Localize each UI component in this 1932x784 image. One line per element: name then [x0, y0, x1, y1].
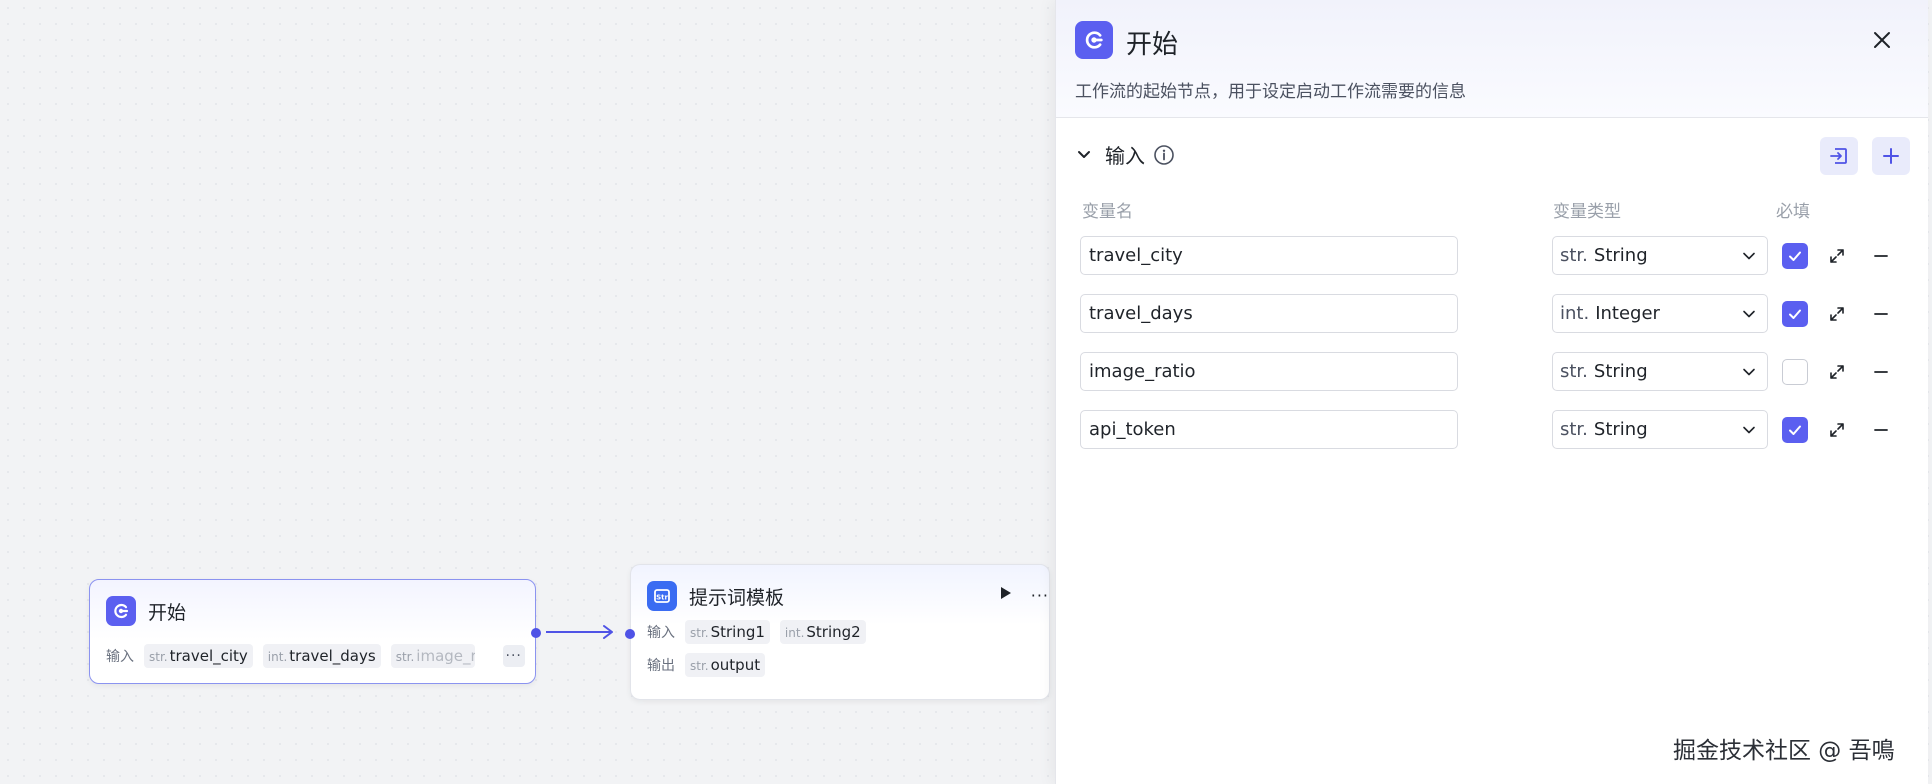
remove-variable-button[interactable]	[1870, 419, 1892, 441]
chevron-down-icon	[1743, 368, 1755, 376]
prompt-node-title: 提示词模板	[689, 586, 785, 609]
checkmark-icon	[1789, 309, 1801, 319]
expand-variable-button[interactable]	[1826, 361, 1848, 383]
panel-title: 开始	[1126, 30, 1179, 60]
start-node[interactable]: 开始 输入 str. travel_city int. travel_days st…	[89, 579, 541, 684]
remove-variable-button[interactable]	[1870, 303, 1892, 325]
column-header-type: 变量类型	[1553, 202, 1621, 222]
chevron-down-icon	[1743, 426, 1755, 434]
info-icon[interactable]	[1153, 144, 1175, 166]
expand-icon	[1830, 307, 1844, 321]
expand-variable-button[interactable]	[1826, 303, 1848, 325]
panel-header: 开始 工作流的起始节点，用于设定启动工作流需要的信息	[1056, 0, 1928, 118]
expand-variable-button[interactable]	[1826, 419, 1848, 441]
required-checkbox[interactable]	[1782, 417, 1808, 443]
start-node-input-tag: str.image_r...	[390, 644, 475, 668]
prompt-node-input-tag: str. String1	[685, 620, 770, 644]
variable-type-select[interactable]: str. String	[1552, 352, 1768, 391]
start-node-input-tag: str. travel_city	[144, 644, 253, 668]
expand-icon	[1830, 423, 1844, 437]
start-node-input-label: 输入	[106, 649, 134, 665]
expand-variable-button[interactable]	[1826, 245, 1848, 267]
minus-icon	[1874, 429, 1888, 431]
panel-description: 工作流的起始节点，用于设定启动工作流需要的信息	[1075, 82, 1466, 102]
variable-name-input[interactable]	[1080, 294, 1458, 333]
start-node-title: 开始	[148, 601, 187, 624]
variable-row: str. String	[1056, 236, 1929, 276]
minus-icon	[1874, 255, 1888, 257]
input-section-title: 输入	[1105, 144, 1145, 168]
prompt-node-input-handle[interactable]	[625, 629, 635, 639]
svg-text:Str: Str	[656, 594, 668, 602]
start-node-input-tag: int. travel_days	[262, 644, 381, 668]
column-header-name: 变量名	[1082, 202, 1133, 222]
prompt-node-output-tag: str. output	[685, 653, 766, 677]
expand-icon	[1830, 365, 1844, 379]
variable-row: str. String	[1056, 410, 1929, 450]
variable-type-select[interactable]: str. String	[1552, 410, 1768, 449]
required-checkbox[interactable]	[1782, 243, 1808, 269]
watermark-text: 掘金技术社区 @ 吾鳴	[1673, 738, 1895, 764]
remove-variable-button[interactable]	[1870, 245, 1892, 267]
variable-type-select[interactable]: str. String	[1552, 236, 1768, 275]
close-panel-button[interactable]	[1866, 24, 1898, 56]
minus-icon	[1874, 371, 1888, 373]
variable-name-input[interactable]	[1080, 352, 1458, 391]
input-section-header[interactable]: 输入	[1075, 140, 1175, 169]
required-checkbox[interactable]	[1782, 359, 1808, 385]
variable-type-select[interactable]: int. Integer	[1552, 294, 1768, 333]
import-variables-button[interactable]	[1820, 137, 1858, 175]
prompt-node-input-label: 输入	[647, 625, 675, 641]
remove-variable-button[interactable]	[1870, 361, 1892, 383]
required-checkbox[interactable]	[1782, 301, 1808, 327]
start-node-more-inputs-button[interactable]: ···	[502, 645, 525, 667]
prompt-node-more-button[interactable]: ···	[1031, 586, 1049, 605]
variable-row: int. Integer	[1056, 294, 1929, 334]
start-node-icon	[1075, 21, 1113, 59]
chevron-down-icon	[1743, 252, 1755, 260]
close-icon	[1874, 32, 1890, 48]
connection-edge[interactable]	[540, 622, 620, 642]
checkmark-icon	[1789, 251, 1801, 261]
minus-icon	[1874, 313, 1888, 315]
chevron-down-icon[interactable]	[1075, 146, 1093, 164]
variable-name-input[interactable]	[1080, 410, 1458, 449]
add-variable-button[interactable]	[1872, 137, 1910, 175]
expand-icon	[1830, 249, 1844, 263]
plus-icon	[1883, 148, 1899, 164]
checkmark-icon	[1789, 425, 1801, 435]
prompt-node-input-tag: int. String2	[779, 620, 866, 644]
variable-row: str. String	[1056, 352, 1929, 392]
node-config-panel: 开始 工作流的起始节点，用于设定启动工作流需要的信息 输入 变量名 变量类型 必…	[1055, 0, 1928, 784]
column-header-required: 必填	[1776, 202, 1810, 222]
variable-name-input[interactable]	[1080, 236, 1458, 275]
run-node-icon[interactable]	[999, 585, 1013, 605]
prompt-template-node[interactable]: Str 提示词模板 ··· 输入 str. String1 int. String2…	[625, 564, 1050, 700]
import-icon	[1830, 148, 1847, 164]
prompt-node-output-label: 输出	[647, 658, 675, 674]
chevron-down-icon	[1743, 310, 1755, 318]
prompt-template-icon: Str	[647, 581, 677, 611]
start-node-icon	[106, 596, 136, 626]
